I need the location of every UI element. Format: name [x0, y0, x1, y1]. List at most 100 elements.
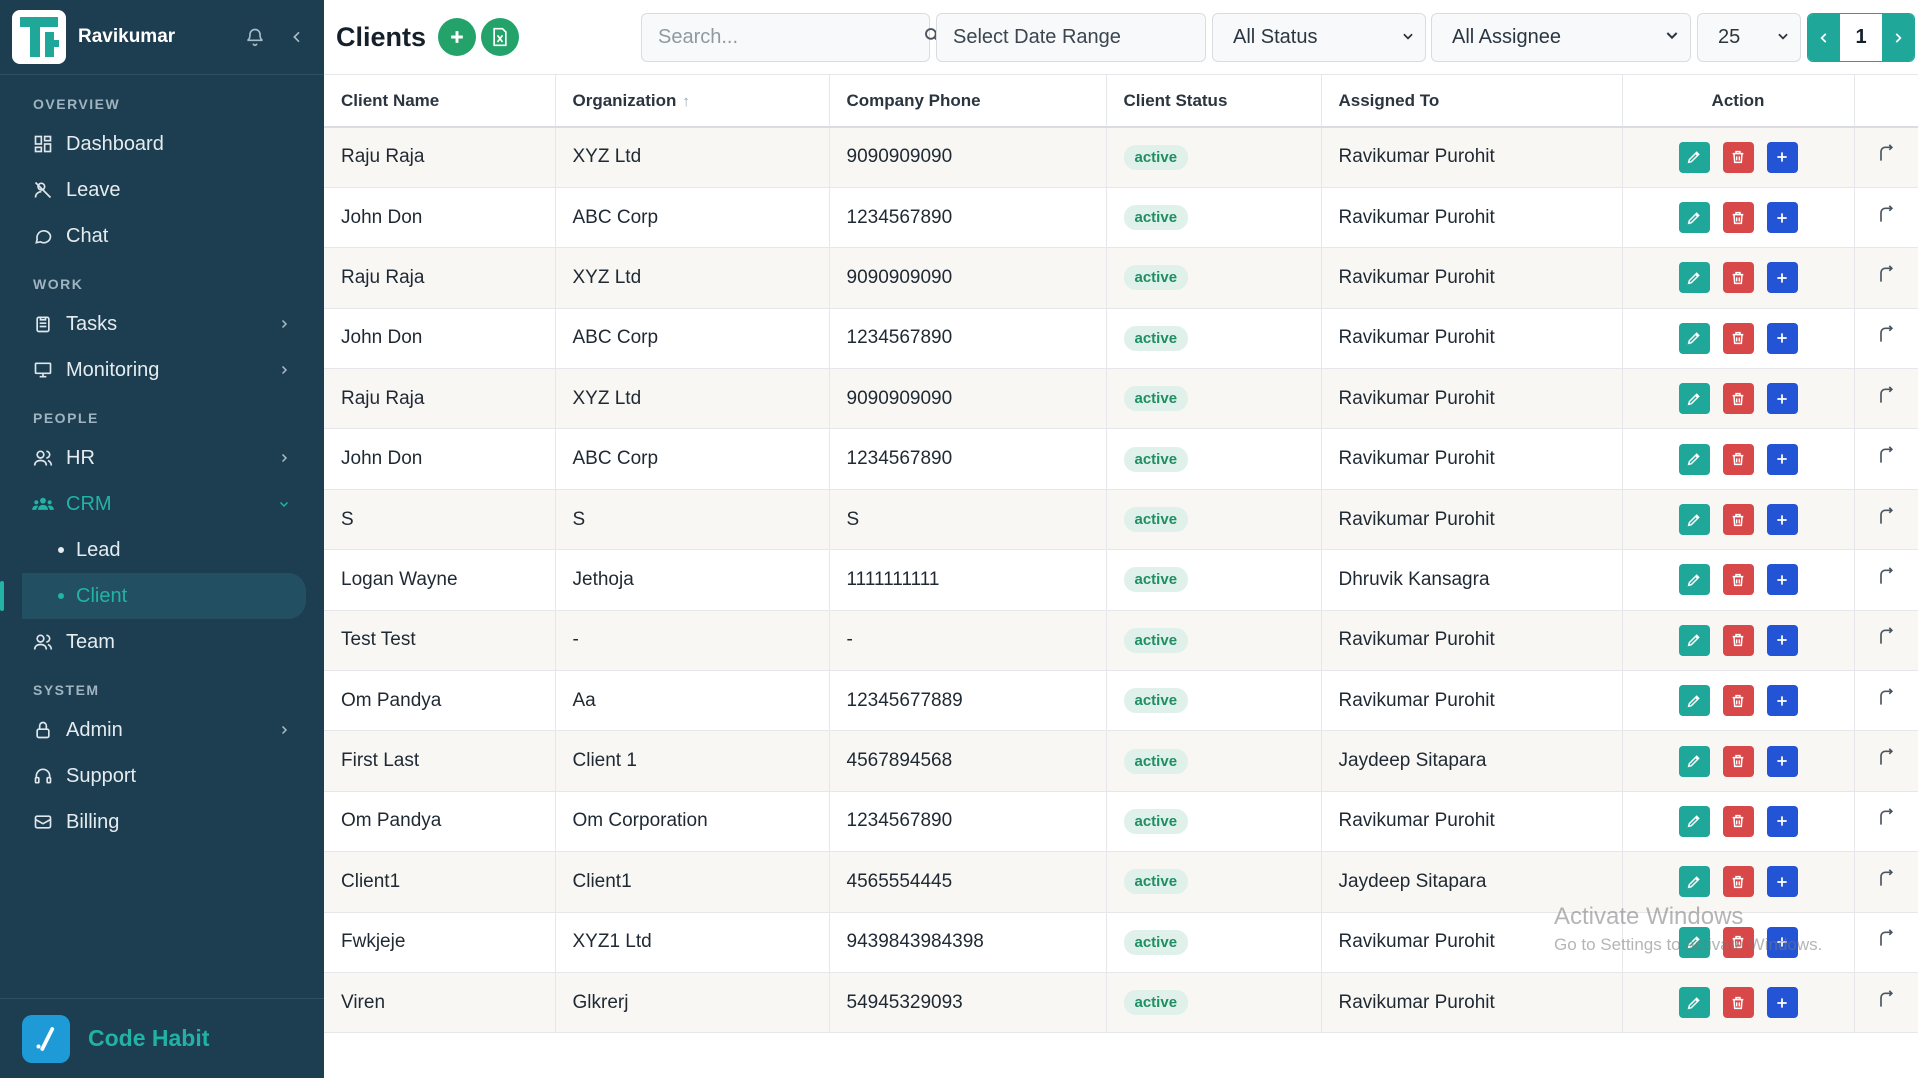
- sidebar-item-dashboard[interactable]: Dashboard: [0, 121, 324, 167]
- table-row[interactable]: First Last Client 1 4567894568 active Ja…: [324, 730, 1918, 792]
- delete-button[interactable]: [1722, 685, 1754, 717]
- edit-button[interactable]: [1678, 745, 1710, 777]
- sidebar-item-team[interactable]: Team: [0, 619, 324, 665]
- column-header-client-status[interactable]: Client Status: [1106, 75, 1322, 128]
- add-button[interactable]: [1766, 564, 1798, 596]
- table-row[interactable]: Raju Raja XYZ Ltd 9090909090 active Ravi…: [324, 247, 1918, 309]
- edit-button[interactable]: [1678, 141, 1710, 173]
- delete-button[interactable]: [1722, 805, 1754, 837]
- table-row[interactable]: Viren Glkrerj 54945329093 active Ravikum…: [324, 972, 1918, 1034]
- delete-button[interactable]: [1722, 322, 1754, 354]
- page-size-select[interactable]: 25: [1697, 13, 1801, 62]
- undo-arrow-icon[interactable]: [1876, 204, 1896, 230]
- sidebar-item-leave[interactable]: Leave: [0, 167, 324, 213]
- assignee-filter-select[interactable]: All Assignee: [1431, 13, 1691, 62]
- next-page-button[interactable]: [1882, 14, 1914, 61]
- sidebar-item-lead[interactable]: Lead: [0, 527, 324, 573]
- table-row[interactable]: Fwkjeje XYZ1 Ltd 9439843984398 active Ra…: [324, 912, 1918, 973]
- status-filter-select[interactable]: All Status: [1212, 13, 1426, 62]
- table-row[interactable]: Client1 Client1 4565554445 active Jaydee…: [324, 851, 1918, 913]
- undo-arrow-icon[interactable]: [1876, 989, 1896, 1015]
- edit-button[interactable]: [1678, 805, 1710, 837]
- delete-button[interactable]: [1722, 926, 1754, 958]
- edit-button[interactable]: [1678, 926, 1710, 958]
- table-row[interactable]: John Don ABC Corp 1234567890 active Ravi…: [324, 187, 1918, 249]
- edit-button[interactable]: [1678, 866, 1710, 898]
- sidebar-item-support[interactable]: Support: [0, 753, 324, 799]
- add-button[interactable]: [1766, 987, 1798, 1019]
- undo-arrow-icon[interactable]: [1876, 325, 1896, 350]
- delete-button[interactable]: [1722, 987, 1754, 1019]
- undo-arrow-icon[interactable]: [1876, 748, 1896, 773]
- column-header-organization[interactable]: Organization ↑: [555, 75, 830, 128]
- undo-arrow-icon[interactable]: [1876, 627, 1896, 652]
- undo-arrow-icon[interactable]: [1876, 265, 1896, 290]
- sidebar-item-billing[interactable]: Billing: [0, 799, 324, 845]
- edit-button[interactable]: [1678, 564, 1710, 596]
- add-button[interactable]: [1766, 926, 1798, 958]
- sidebar-item-chat[interactable]: Chat: [0, 213, 324, 259]
- undo-arrow-icon[interactable]: [1876, 869, 1896, 894]
- table-row[interactable]: Om Pandya Aa 12345677889 active Ravikuma…: [324, 670, 1918, 732]
- edit-button[interactable]: [1678, 443, 1710, 475]
- undo-arrow-icon[interactable]: [1876, 446, 1896, 471]
- edit-button[interactable]: [1678, 624, 1710, 656]
- edit-button[interactable]: [1678, 262, 1710, 294]
- add-button[interactable]: [1766, 262, 1798, 294]
- export-excel-button[interactable]: [481, 18, 520, 56]
- column-header-assigned-to[interactable]: Assigned To: [1321, 75, 1623, 128]
- add-button[interactable]: [1766, 322, 1798, 354]
- add-button[interactable]: [1766, 504, 1798, 536]
- add-button[interactable]: [1766, 443, 1798, 475]
- table-row[interactable]: Om Pandya Om Corporation 1234567890 acti…: [324, 791, 1918, 853]
- add-button[interactable]: [1766, 805, 1798, 837]
- delete-button[interactable]: [1722, 202, 1754, 234]
- add-button[interactable]: [1766, 141, 1798, 173]
- delete-button[interactable]: [1722, 443, 1754, 475]
- table-row[interactable]: Raju Raja XYZ Ltd 9090909090 active Ravi…: [324, 127, 1918, 188]
- undo-arrow-icon[interactable]: [1876, 687, 1896, 713]
- date-range-picker[interactable]: Select Date Range: [936, 13, 1206, 62]
- sidebar-item-tasks[interactable]: Tasks: [0, 301, 324, 347]
- delete-button[interactable]: [1722, 624, 1754, 656]
- add-button[interactable]: [1766, 866, 1798, 898]
- sidebar-item-client[interactable]: Client: [0, 573, 306, 619]
- table-row[interactable]: Raju Raja XYZ Ltd 9090909090 active Ravi…: [324, 368, 1918, 430]
- table-row[interactable]: John Don ABC Corp 1234567890 active Ravi…: [324, 428, 1918, 490]
- undo-arrow-icon[interactable]: [1876, 808, 1896, 833]
- delete-button[interactable]: [1722, 383, 1754, 415]
- edit-button[interactable]: [1678, 202, 1710, 234]
- undo-arrow-icon[interactable]: [1876, 144, 1896, 169]
- edit-button[interactable]: [1678, 685, 1710, 717]
- delete-button[interactable]: [1722, 564, 1754, 596]
- edit-button[interactable]: [1678, 987, 1710, 1019]
- delete-button[interactable]: [1722, 141, 1754, 173]
- current-page-number[interactable]: 1: [1840, 14, 1882, 61]
- add-button[interactable]: [1766, 685, 1798, 717]
- add-button[interactable]: [1766, 624, 1798, 656]
- column-header-company-phone[interactable]: Company Phone: [829, 75, 1107, 128]
- delete-button[interactable]: [1722, 745, 1754, 777]
- column-header-client-name[interactable]: Client Name: [324, 75, 556, 128]
- sidebar-item-hr[interactable]: HR: [0, 435, 324, 481]
- previous-page-button[interactable]: [1808, 14, 1840, 61]
- add-button[interactable]: [1766, 745, 1798, 777]
- undo-arrow-icon[interactable]: [1876, 385, 1896, 411]
- undo-arrow-icon[interactable]: [1876, 506, 1896, 532]
- delete-button[interactable]: [1722, 504, 1754, 536]
- collapse-sidebar-icon[interactable]: [282, 22, 312, 52]
- sidebar-item-monitoring[interactable]: Monitoring: [0, 347, 324, 393]
- edit-button[interactable]: [1678, 504, 1710, 536]
- table-row[interactable]: John Don ABC Corp 1234567890 active Ravi…: [324, 308, 1918, 370]
- edit-button[interactable]: [1678, 322, 1710, 354]
- sidebar-item-crm[interactable]: CRM: [0, 481, 324, 527]
- add-client-button[interactable]: [438, 18, 477, 56]
- table-row[interactable]: S S S active Ravikumar Purohit: [324, 489, 1918, 551]
- sidebar-item-admin[interactable]: Admin: [0, 707, 324, 753]
- edit-button[interactable]: [1678, 383, 1710, 415]
- bell-icon[interactable]: [240, 22, 270, 52]
- undo-arrow-icon[interactable]: [1876, 567, 1896, 592]
- undo-arrow-icon[interactable]: [1876, 929, 1896, 954]
- table-row[interactable]: Logan Wayne Jethoja 1111111111 active Dh…: [324, 549, 1918, 611]
- search-input[interactable]: [658, 26, 923, 49]
